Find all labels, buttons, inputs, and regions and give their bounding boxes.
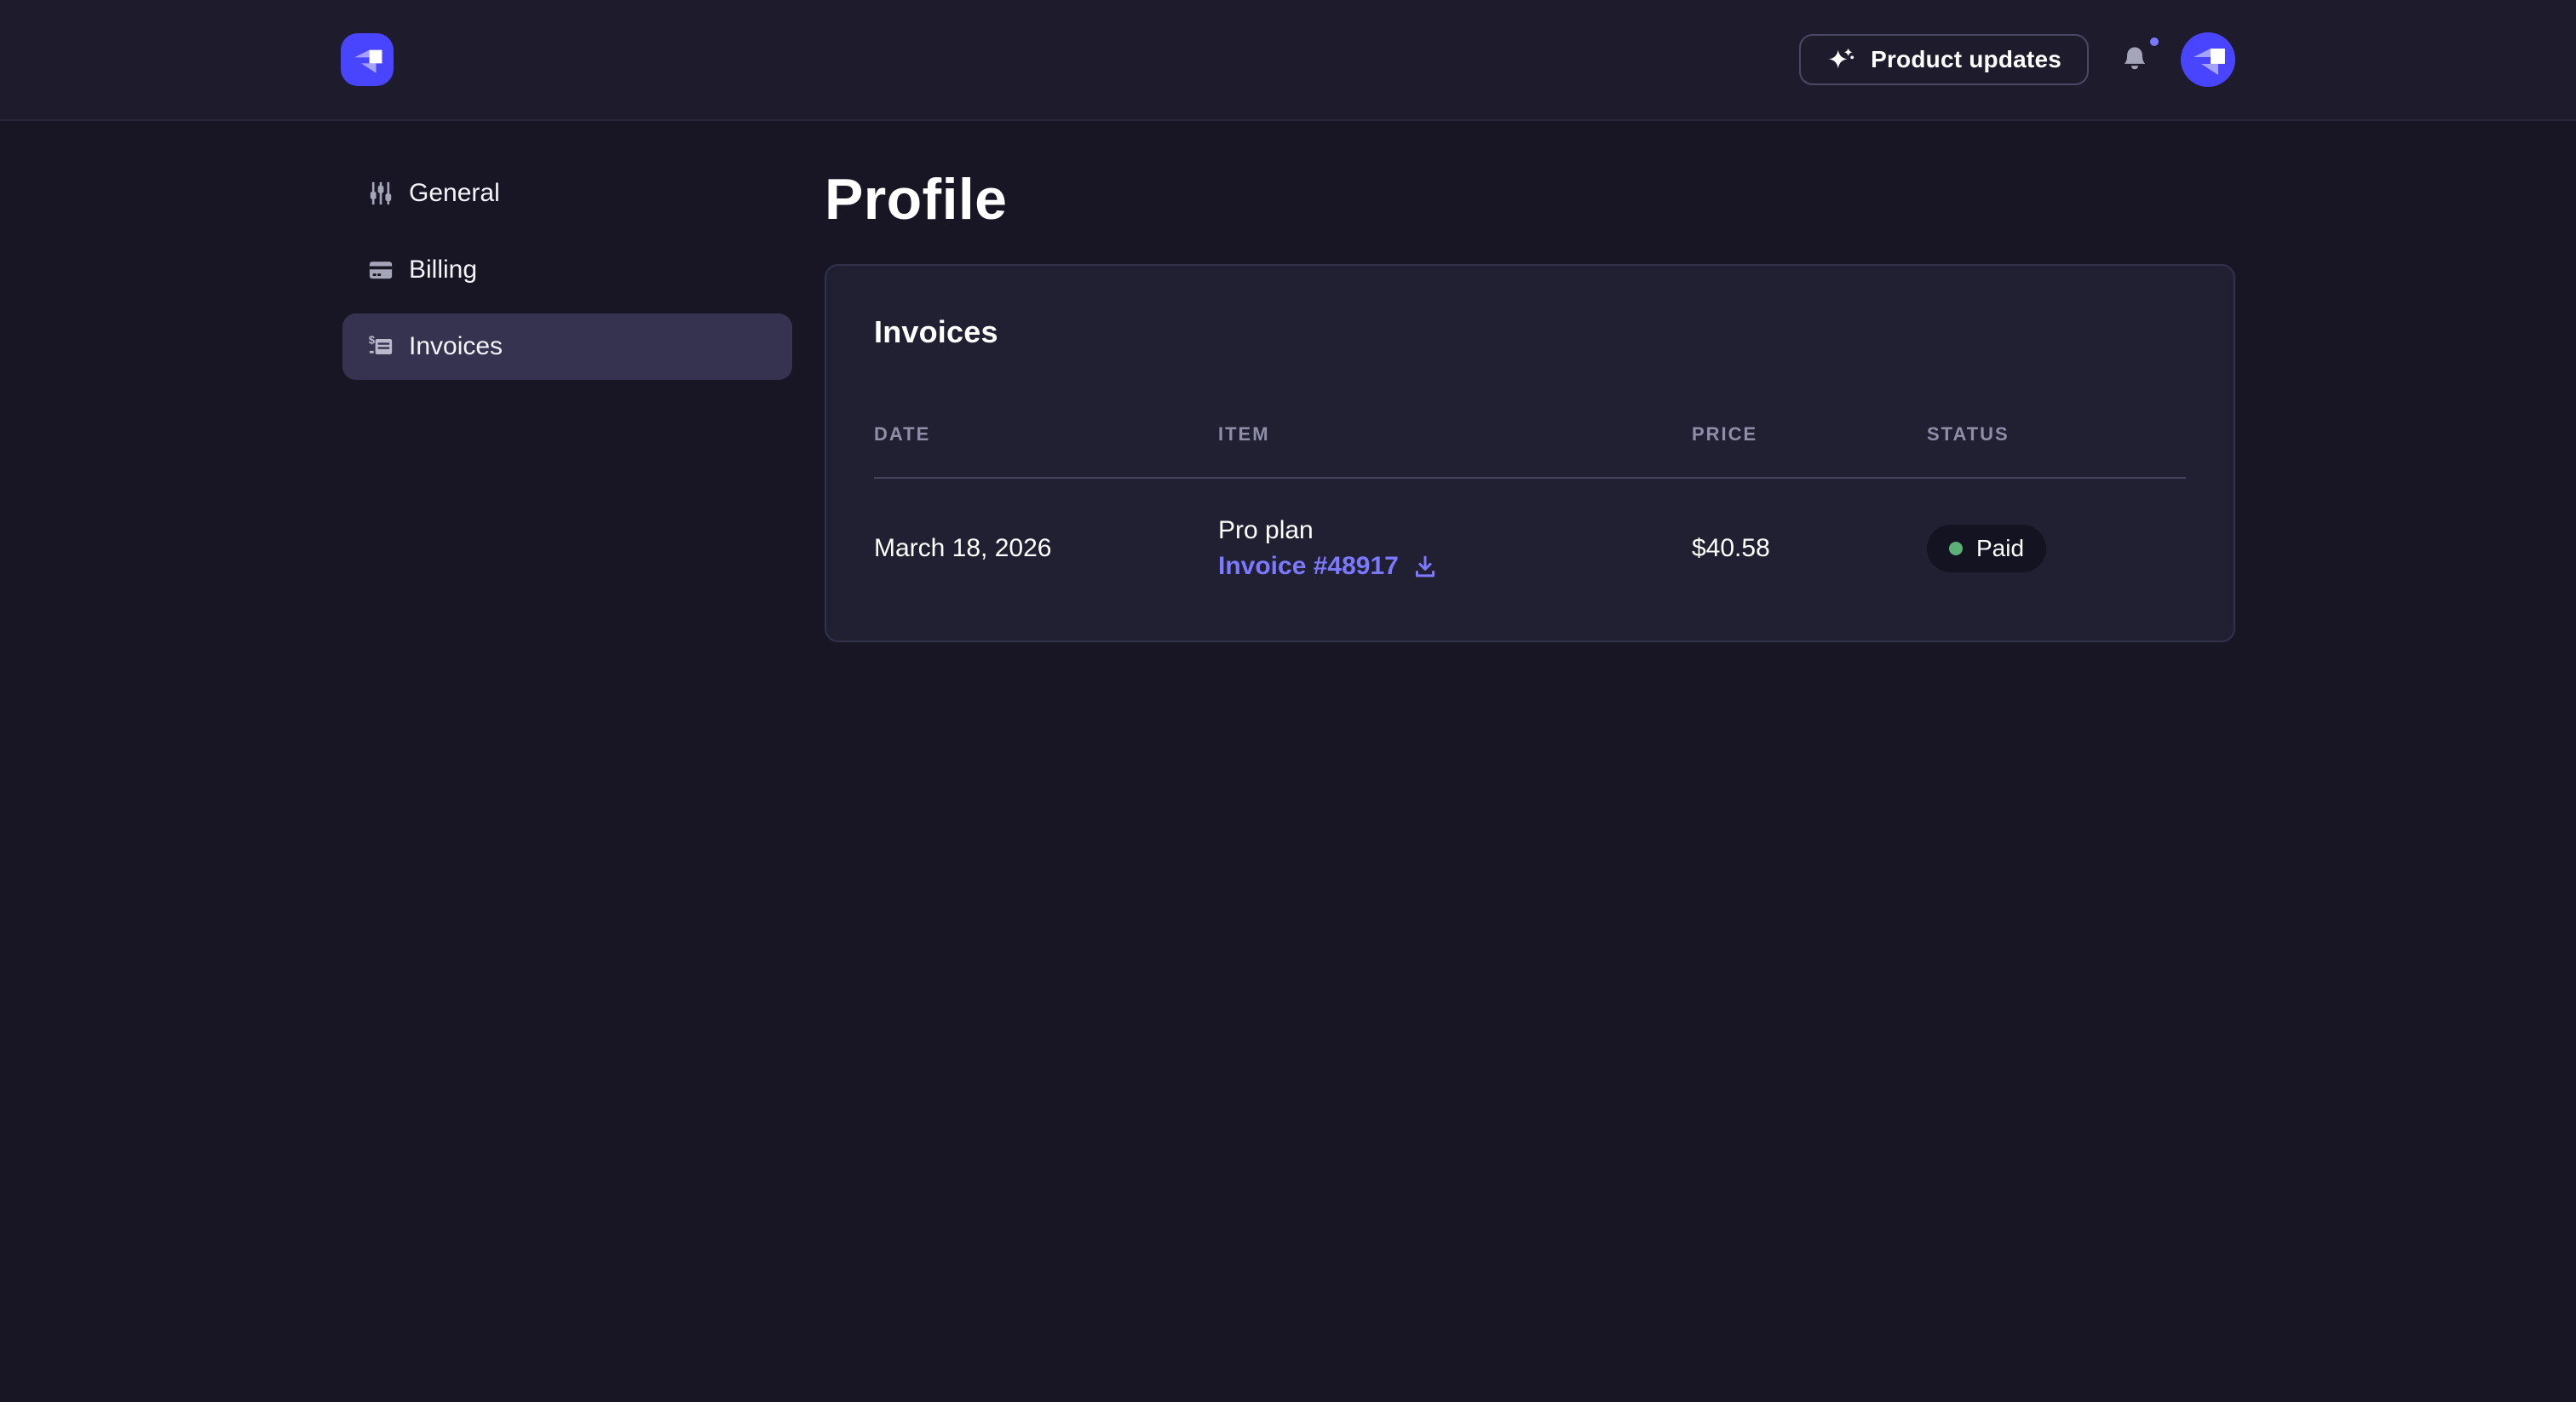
app-logo-button[interactable] [341,33,394,86]
sidebar-item-invoices[interactable]: $ Invoices [342,313,792,380]
column-header-date: DATE [874,422,1218,446]
user-avatar[interactable] [2181,32,2235,87]
invoice-status-cell: Paid [1927,525,2186,572]
sparkles-icon [1826,45,1855,74]
table-row: March 18, 2026 Pro plan Invoice #48917 [874,479,2186,584]
sidebar-item-general[interactable]: General [342,160,792,227]
invoices-card-title: Invoices [874,313,2186,351]
page-content: General Billing $ In [0,121,2576,642]
invoices-table-header: DATE ITEM PRICE STATUS [874,422,2186,479]
bell-icon [2120,45,2149,74]
status-label: Paid [1976,535,2024,562]
notifications-button[interactable] [2118,43,2152,77]
product-updates-label: Product updates [1871,46,2061,73]
download-icon [1412,554,1438,579]
invoice-price: $40.58 [1692,534,1927,563]
strapi-logo-icon [343,36,391,83]
credit-card-icon [368,257,394,283]
sidebar-item-label: Billing [409,256,477,284]
app-header: Product updates [0,0,2576,121]
header-actions: Product updates [1799,32,2235,87]
invoice-item-cell: Pro plan Invoice #48917 [1218,513,1692,584]
page-title: Profile [825,164,2235,235]
status-badge: Paid [1927,525,2046,572]
invoice-date: March 18, 2026 [874,534,1218,563]
column-header-price: PRICE [1692,422,1927,446]
invoice-link-line: Invoice #48917 [1218,549,1692,584]
main-panel: Profile Invoices DATE ITEM PRICE STATUS … [825,121,2235,642]
avatar-logo-icon [2181,32,2235,87]
column-header-status: STATUS [1927,422,2186,446]
invoice-number-link[interactable]: Invoice #48917 [1218,549,1399,584]
sidebar-item-label: General [409,179,500,208]
invoices-card: Invoices DATE ITEM PRICE STATUS March 18… [825,264,2235,642]
product-updates-button[interactable]: Product updates [1799,34,2089,85]
download-invoice-button[interactable] [1412,554,1438,579]
settings-sidebar: General Billing $ In [342,160,792,390]
svg-text:$: $ [369,334,376,347]
column-header-item: ITEM [1218,422,1692,446]
status-dot-icon [1949,542,1963,555]
invoice-item-name: Pro plan [1218,513,1692,549]
app: Product updates [0,0,2576,1402]
sidebar-item-billing[interactable]: Billing [342,237,792,303]
invoice-icon: $ [368,334,394,359]
sidebar-item-label: Invoices [409,332,503,361]
notification-dot [2150,37,2159,46]
sliders-icon [368,181,394,206]
